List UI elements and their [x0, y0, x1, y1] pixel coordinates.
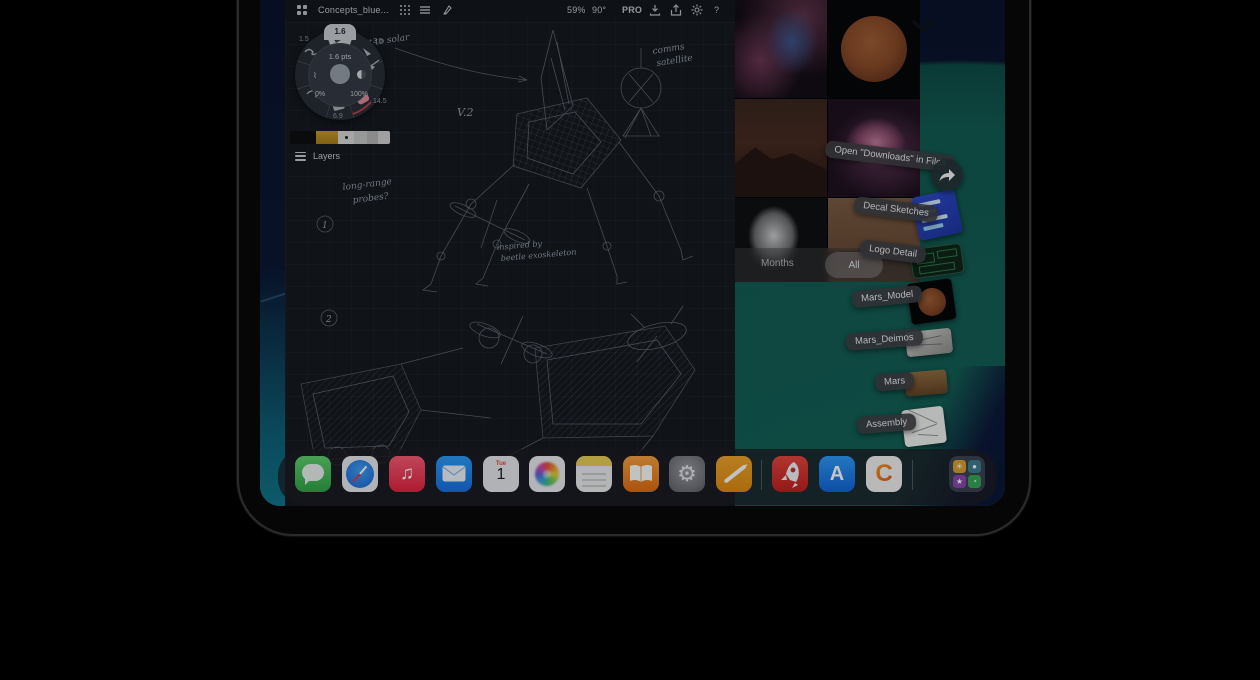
layers-button[interactable]: Layers	[295, 151, 340, 161]
brush-size-ne: 3.5	[373, 38, 383, 45]
photos-app-icon[interactable]	[529, 456, 565, 492]
drag-label-mars[interactable]: Mars	[874, 372, 914, 392]
opacity-icon	[357, 70, 366, 79]
music-note-icon: ♫	[400, 463, 414, 485]
download-icon[interactable]	[649, 4, 661, 16]
envelope-icon	[442, 465, 466, 482]
notes-header	[576, 456, 612, 466]
annotation-probes-2: probes?	[352, 192, 389, 206]
mars-globe-sphere	[841, 16, 907, 82]
mail-app-icon[interactable]	[436, 456, 472, 492]
open-book-icon	[629, 464, 653, 484]
music-app-icon[interactable]: ♫	[389, 456, 425, 492]
dock: ♫ Tue 1 ⚙ A C ☀ ● ★ ◔	[278, 449, 997, 505]
pen-tool-icon[interactable]	[441, 4, 453, 16]
concepts-app-window[interactable]: Concepts_blue... 59% 90° PRO ?	[285, 0, 735, 506]
app-grid-icon[interactable]	[296, 4, 308, 16]
c-glyph: C	[875, 460, 892, 488]
photos-app-window[interactable]: Months All	[735, 0, 920, 282]
notes-app-icon[interactable]	[576, 456, 612, 492]
mini-tips-icon: ☀	[953, 460, 966, 473]
layers-menu-icon	[295, 152, 306, 161]
brush-color-preview[interactable]	[330, 64, 350, 84]
brush-wheel-center[interactable]: 1.6 pts ⌇ 0% 100%	[308, 43, 372, 107]
mini-clock-icon: ◔	[968, 475, 981, 488]
app-store-icon[interactable]: A	[819, 456, 855, 492]
brush-size-nw: 1.5	[299, 36, 309, 43]
share-icon[interactable]	[670, 4, 682, 16]
brush-size-s: 6.9	[333, 113, 343, 120]
dock-divider-1	[761, 460, 762, 490]
brush-size-se: 14.5	[373, 98, 387, 105]
photo-mars-ridge[interactable]	[735, 99, 827, 197]
opacity-min: 0%	[315, 91, 325, 98]
mini-star-icon: ★	[953, 475, 966, 488]
mini-camera-icon: ●	[968, 460, 981, 473]
books-app-icon[interactable]	[623, 456, 659, 492]
pro-badge[interactable]: PRO	[622, 5, 642, 15]
swatch-lightgray-selected[interactable]	[338, 131, 354, 144]
opacity-max: 100%	[350, 91, 368, 98]
annotation-probes-1: long-range	[342, 177, 392, 193]
annotation-version: V.2	[457, 106, 474, 119]
dock-divider-2	[912, 460, 913, 490]
photo-horsehead-nebula[interactable]	[735, 0, 827, 98]
speech-bubble-icon	[302, 464, 324, 481]
gear-icon: ⚙	[677, 461, 697, 487]
document-title[interactable]: Concepts_blue...	[318, 5, 389, 15]
rotation-angle[interactable]: 90°	[592, 5, 606, 15]
zoom-level[interactable]: 59%	[567, 5, 586, 15]
messages-app-icon[interactable]	[295, 456, 331, 492]
layers-label: Layers	[313, 151, 340, 161]
brush-points-label: 1.6 pts	[308, 52, 372, 61]
swatch-gray-1[interactable]	[354, 131, 367, 144]
annotation-number-1: 1	[322, 221, 328, 231]
calendar-app-icon[interactable]: Tue 1	[483, 456, 519, 492]
rocket-icon	[772, 456, 808, 492]
segment-months[interactable]: Months	[761, 258, 794, 269]
help-button[interactable]: ?	[714, 5, 719, 15]
swatch-black[interactable]	[290, 131, 316, 144]
rocket-app-icon[interactable]	[772, 456, 808, 492]
safari-app-icon[interactable]	[342, 456, 378, 492]
drop-forward-badge	[931, 159, 963, 191]
c-logo-app-icon[interactable]: C	[866, 456, 902, 492]
swatch-gold[interactable]	[316, 131, 338, 144]
annotation-number-2: 2	[325, 315, 332, 325]
dots-grid-icon[interactable]	[399, 4, 411, 16]
app-library-icon[interactable]: ☀ ● ★ ◔	[949, 456, 985, 492]
photos-flower-icon	[535, 462, 559, 486]
settings-gear-icon[interactable]	[691, 4, 703, 16]
settings-app-icon[interactable]: ⚙	[669, 456, 705, 492]
smoothing-icon: ⌇	[313, 71, 317, 80]
swatch-gray-3[interactable]	[378, 131, 390, 144]
color-swatch-strip[interactable]	[290, 131, 390, 144]
mars-ridge-hill	[735, 136, 827, 197]
chevron-down-icon[interactable]	[911, 18, 935, 34]
forward-arrow-icon	[938, 167, 956, 183]
annotation-comms-2: satellite	[656, 53, 694, 69]
ipad-screen: Concepts_blue... 59% 90° PRO ?	[260, 0, 1005, 506]
appstore-a-glyph: A	[830, 463, 844, 486]
calendar-day: 1	[483, 467, 519, 483]
photo-mars-globe[interactable]	[828, 0, 920, 98]
layers-stack-icon[interactable]	[419, 4, 431, 16]
pen-icon	[724, 464, 747, 483]
selected-brush-size[interactable]: 1.6	[324, 24, 356, 40]
brush-wheel[interactable]: 1.6 1.6 pts ⌇ 0% 100%	[295, 30, 385, 120]
concepts-app-icon[interactable]	[716, 456, 752, 492]
swatch-gray-2[interactable]	[367, 131, 378, 144]
